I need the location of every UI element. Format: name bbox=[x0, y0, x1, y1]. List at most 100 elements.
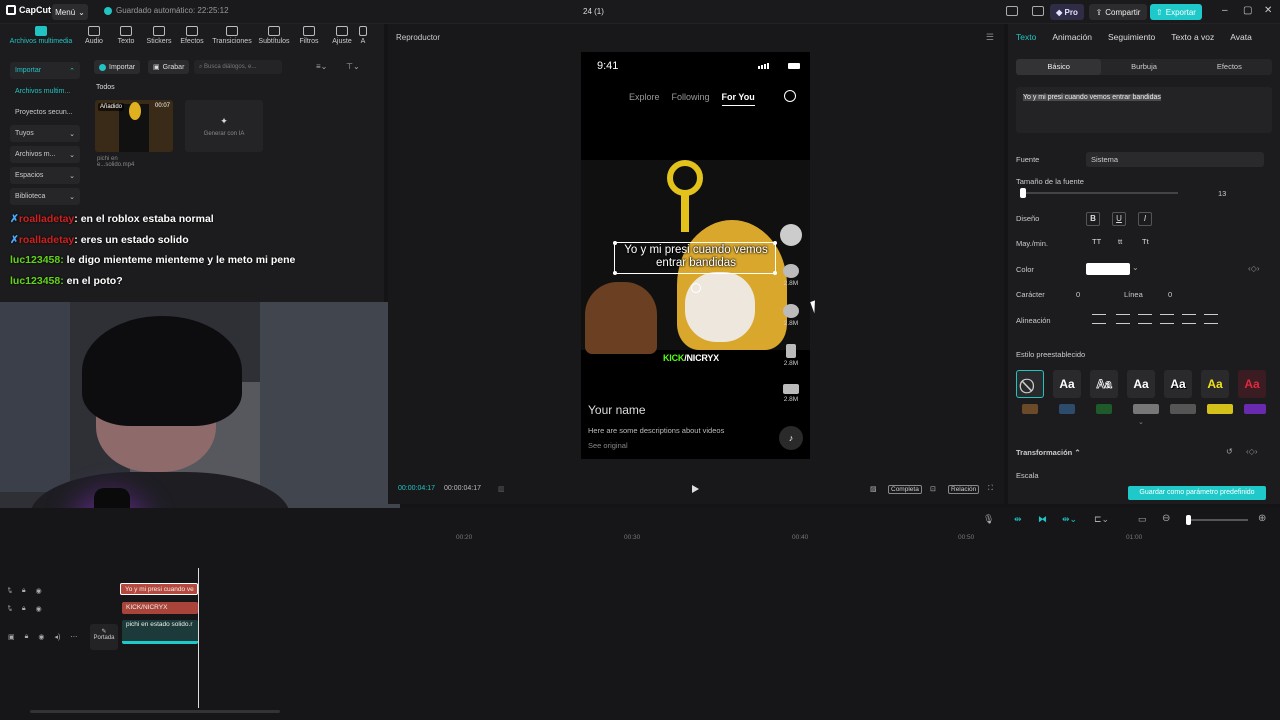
lock-icon[interactable]: 🔒︎ bbox=[22, 605, 26, 613]
resize-handle[interactable] bbox=[773, 271, 777, 275]
speaker-icon[interactable]: ◂) bbox=[54, 633, 60, 641]
split-link-icon[interactable]: ⇹⌄ bbox=[1062, 514, 1077, 525]
tab-more[interactable]: A bbox=[358, 26, 368, 45]
text-content-field[interactable]: Yo y mi presi cuando vemos entrar bandid… bbox=[1016, 87, 1272, 133]
search-input[interactable]: ⌕ Busca diálogos, e... bbox=[194, 60, 282, 74]
subtab-basic[interactable]: Básico bbox=[1016, 59, 1102, 75]
preset-style[interactable] bbox=[1207, 404, 1233, 414]
maximize-icon[interactable]: ▢ bbox=[1243, 5, 1252, 16]
tab-audio[interactable]: Audio bbox=[80, 26, 108, 45]
keyframe-icon[interactable]: ‹◇› bbox=[1248, 264, 1259, 273]
preset-style[interactable]: Aa bbox=[1164, 370, 1192, 398]
tab-stickers[interactable]: Stickers bbox=[144, 26, 174, 45]
lowercase-button[interactable]: tt bbox=[1118, 237, 1122, 246]
close-icon[interactable]: ✕ bbox=[1264, 5, 1272, 16]
timecode-toggle-icon[interactable]: ▥ bbox=[498, 485, 505, 493]
tab-animation[interactable]: Animación bbox=[1052, 32, 1092, 42]
fullscreen-icon[interactable]: ⛶ bbox=[988, 485, 993, 493]
titlecase-button[interactable]: Tt bbox=[1142, 237, 1149, 246]
sidebar-item-files[interactable]: Archivos m... ⌄ bbox=[10, 146, 80, 163]
eye-icon[interactable]: ◉ bbox=[36, 605, 42, 613]
preset-style[interactable] bbox=[1244, 404, 1266, 414]
preset-none-icon[interactable]: ⃠ bbox=[1016, 370, 1044, 398]
tab-text-to-speech[interactable]: Texto a voz bbox=[1171, 32, 1214, 42]
color-swatch[interactable] bbox=[1086, 263, 1130, 275]
minimize-icon[interactable]: – bbox=[1222, 5, 1228, 16]
cover-button[interactable]: ✎ Portada bbox=[90, 624, 118, 650]
media-thumbnail[interactable]: Añadido 00:07 bbox=[95, 100, 173, 152]
sidebar-item-import[interactable]: Importar ⌃ bbox=[10, 62, 80, 79]
align-right-icon[interactable] bbox=[1138, 314, 1152, 324]
playhead[interactable] bbox=[198, 568, 199, 708]
export-button[interactable]: ⇧ Exportar bbox=[1150, 4, 1202, 20]
reset-icon[interactable]: ↺ bbox=[1226, 447, 1233, 456]
line-spacing-value[interactable]: 0 bbox=[1168, 288, 1172, 301]
rotate-icon[interactable] bbox=[691, 283, 701, 293]
save-preset-button[interactable]: Guardar como parámetro predefinido bbox=[1128, 486, 1266, 500]
link-icon[interactable]: ⇹ bbox=[1014, 514, 1022, 525]
preset-style[interactable] bbox=[1059, 404, 1075, 414]
import-button[interactable]: Importar bbox=[94, 60, 141, 74]
preset-style[interactable]: Aa bbox=[1127, 370, 1155, 398]
share-button[interactable]: ⇪ Compartir bbox=[1089, 4, 1147, 20]
preset-style[interactable] bbox=[1170, 404, 1196, 414]
filter-icon[interactable]: ⊤⌄ bbox=[346, 62, 360, 71]
underline-button[interactable]: U bbox=[1112, 212, 1126, 226]
sidebar-item-secondary-projects[interactable]: Proyectos secun... bbox=[10, 104, 80, 121]
timeline-scrollbar[interactable] bbox=[30, 710, 280, 713]
tab-text[interactable]: Texto bbox=[112, 26, 140, 45]
align-vertical-top-icon[interactable] bbox=[1160, 314, 1174, 324]
font-size-value[interactable]: 13 bbox=[1218, 187, 1226, 200]
play-icon[interactable] bbox=[692, 485, 699, 493]
preview-axis-icon[interactable]: ▭ bbox=[1138, 514, 1147, 525]
layout-icon[interactable] bbox=[1006, 6, 1018, 16]
snap-icon[interactable]: ⊏⌄ bbox=[1094, 514, 1109, 525]
timeline-clip-text[interactable]: Yo y mi presi cuando ve bbox=[120, 583, 198, 595]
pro-button[interactable]: ◆ Pro bbox=[1050, 4, 1084, 20]
align-vertical-center-icon[interactable] bbox=[1182, 314, 1196, 324]
crop-icon[interactable]: ⊡ bbox=[930, 485, 936, 493]
tab-tracking[interactable]: Seguimiento bbox=[1108, 32, 1155, 42]
expand-presets-icon[interactable]: ⌄ bbox=[1138, 418, 1144, 426]
text-selection-box[interactable]: Yo y mi presi cuando vemos entrar bandid… bbox=[613, 241, 777, 293]
screenshot-icon[interactable]: ▨ bbox=[870, 485, 877, 493]
generate-ai-button[interactable]: ✦ Generar con IA bbox=[185, 100, 263, 152]
view-toggle-icon[interactable]: ≡⌄ bbox=[316, 62, 327, 71]
tab-transitions[interactable]: Transiciones bbox=[210, 26, 254, 45]
sidebar-item-media-files[interactable]: Archivos multim... bbox=[10, 83, 80, 100]
resize-handle[interactable] bbox=[613, 271, 617, 275]
preset-style[interactable]: Aa bbox=[1201, 370, 1229, 398]
lock-icon[interactable]: 🔒︎ bbox=[22, 587, 26, 595]
font-select[interactable]: Sistema bbox=[1086, 152, 1264, 167]
zoom-slider[interactable] bbox=[1186, 519, 1248, 521]
tab-text[interactable]: Texto bbox=[1016, 32, 1036, 42]
timeline-clip-text[interactable]: KICK/NICRYX bbox=[122, 602, 198, 614]
menu-button[interactable]: Menú ⌄ bbox=[52, 4, 88, 20]
subtab-effects[interactable]: Efectos bbox=[1187, 59, 1272, 75]
preset-style[interactable]: Aa bbox=[1053, 370, 1081, 398]
sidebar-item-spaces[interactable]: Espacios ⌄ bbox=[10, 167, 80, 184]
tab-avatar[interactable]: Avata bbox=[1230, 32, 1252, 42]
shortcuts-icon[interactable] bbox=[1032, 6, 1044, 16]
full-quality-button[interactable]: Completa bbox=[888, 485, 922, 494]
microphone-icon[interactable]: 🎙 bbox=[983, 514, 994, 525]
transform-section[interactable]: Transformación ⌃ bbox=[1016, 448, 1081, 457]
char-spacing-value[interactable]: 0 bbox=[1076, 288, 1080, 301]
sidebar-item-library[interactable]: Biblioteca ⌄ bbox=[10, 188, 80, 205]
align-left-icon[interactable] bbox=[1092, 314, 1106, 324]
chevron-down-icon[interactable]: ⌄ bbox=[1132, 263, 1139, 272]
eye-icon[interactable]: ◉ bbox=[38, 633, 44, 641]
keyframe-icon[interactable]: ‹◇› bbox=[1246, 447, 1257, 456]
timeline-ruler[interactable]: 00:20 00:30 00:40 00:50 01:00 bbox=[400, 532, 1280, 546]
preset-style[interactable] bbox=[1096, 404, 1112, 414]
aspect-ratio-button[interactable]: Relación bbox=[948, 485, 980, 494]
player-menu-icon[interactable]: ☰ bbox=[986, 32, 994, 43]
magnet-icon[interactable]: ⧓ bbox=[1038, 514, 1047, 525]
zoom-out-icon[interactable]: ⊖ bbox=[1162, 513, 1170, 524]
font-size-slider[interactable] bbox=[1020, 192, 1178, 194]
tab-adjust[interactable]: Ajuste bbox=[328, 26, 356, 45]
tab-filters[interactable]: Filtros bbox=[296, 26, 322, 45]
align-vertical-bottom-icon[interactable] bbox=[1204, 314, 1218, 324]
preset-style[interactable] bbox=[1133, 404, 1159, 414]
italic-button[interactable]: I bbox=[1138, 212, 1152, 226]
